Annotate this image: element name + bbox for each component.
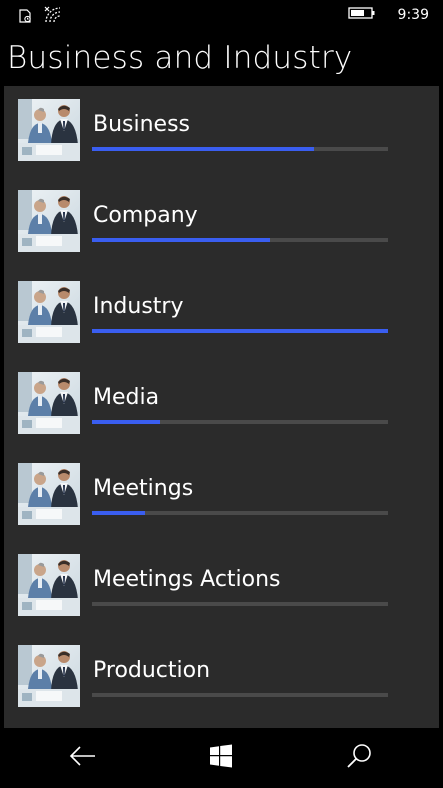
status-left [18, 6, 64, 28]
progress-track [92, 147, 388, 151]
list-item[interactable]: Meetings Actions [4, 541, 439, 631]
thumbnail [18, 554, 80, 616]
progress-track [92, 511, 388, 515]
progress-track [92, 238, 388, 242]
progress-track [92, 420, 388, 424]
windows-logo-icon [209, 744, 233, 772]
list-item[interactable]: Media [4, 359, 439, 449]
thumbnail [18, 190, 80, 252]
progress-fill [92, 238, 270, 242]
navigation-bar [0, 728, 443, 788]
start-button[interactable] [206, 743, 236, 773]
progress-fill [92, 511, 146, 515]
business-meeting-illustration [18, 281, 80, 343]
progress-track [92, 693, 388, 697]
business-meeting-illustration [18, 645, 80, 707]
list-item[interactable]: Industry [4, 268, 439, 358]
progress-track [92, 602, 388, 606]
item-label: Business [93, 112, 191, 137]
category-list: Business Company Industry Media Meetings… [4, 86, 439, 728]
status-right: 9:39 [347, 5, 429, 24]
thumbnail [18, 372, 80, 434]
progress-track [92, 329, 388, 333]
list-item[interactable]: Production [4, 632, 439, 722]
progress-fill [92, 329, 388, 333]
list-item[interactable]: Company [4, 177, 439, 267]
item-label: Media [93, 385, 160, 410]
page-title: Business and Industry [7, 40, 353, 76]
item-label: Meetings Actions [93, 567, 281, 592]
item-label: Industry [93, 294, 184, 319]
progress-fill [92, 420, 161, 424]
back-button[interactable] [68, 743, 98, 773]
business-meeting-illustration [18, 372, 80, 434]
progress-fill [92, 147, 314, 151]
thumbnail [18, 645, 80, 707]
list-item[interactable]: Meetings [4, 450, 439, 540]
back-arrow-icon [69, 745, 97, 771]
thumbnail [18, 281, 80, 343]
business-meeting-illustration [18, 190, 80, 252]
thumbnail [18, 99, 80, 161]
notification-icon [18, 8, 32, 27]
clock: 9:39 [397, 6, 429, 23]
item-label: Production [93, 658, 211, 683]
battery-icon [347, 5, 376, 24]
business-meeting-illustration [18, 99, 80, 161]
wifi-icon [44, 6, 64, 28]
business-meeting-illustration [18, 554, 80, 616]
thumbnail [18, 463, 80, 525]
search-button[interactable] [344, 743, 374, 773]
status-bar: 9:39 [0, 0, 443, 30]
item-label: Meetings [93, 476, 194, 501]
business-meeting-illustration [18, 463, 80, 525]
list-item[interactable]: Business [4, 86, 439, 176]
search-icon [346, 743, 372, 773]
item-label: Company [93, 203, 198, 228]
